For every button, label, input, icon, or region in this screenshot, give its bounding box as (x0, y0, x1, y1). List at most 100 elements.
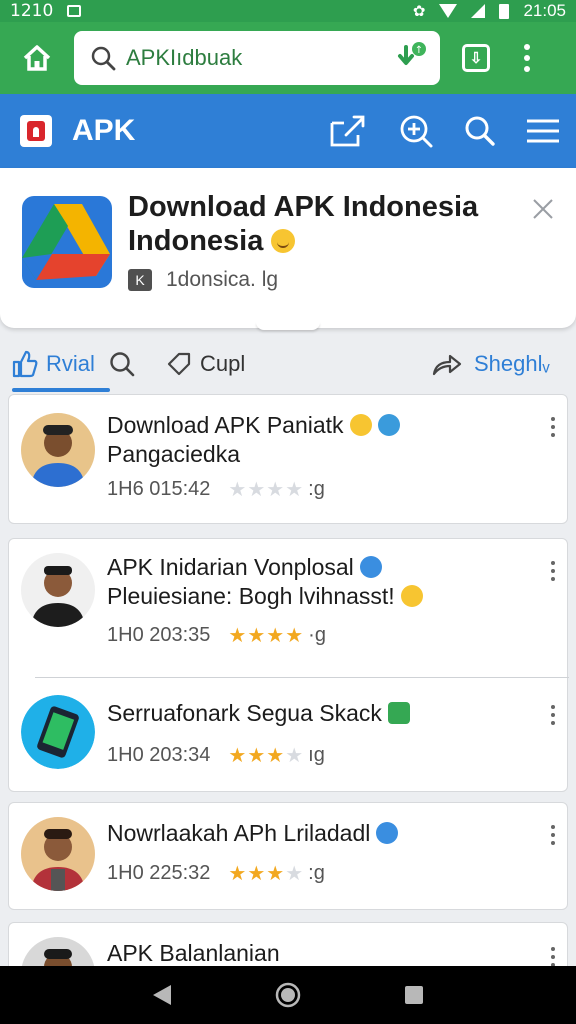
post-title[interactable]: Serruafonark Segua Skack (107, 699, 527, 728)
banner-meta: K 1donsica. lg (128, 268, 278, 292)
smile-emoji-icon (271, 229, 296, 253)
more-options-button[interactable] (551, 561, 555, 581)
post-title[interactable]: APK Inidarian Vonplosal Pleuiesiane: Bog… (107, 553, 527, 611)
post-title-line1: Download APK Paniatk (107, 412, 344, 438)
tab-cupl-label: Cupl (200, 351, 246, 376)
battery-icon (499, 3, 510, 19)
promo-banner[interactable]: Download APK Indonesia Indonesia K 1dons… (0, 168, 576, 328)
app-title: APK (72, 114, 136, 147)
post-title-line1: Nowrlaakah APh Lriladadl (107, 820, 371, 846)
forward-icon (432, 354, 462, 376)
feed-card[interactable]: Nowrlaakah APh Lriladadl 1H0 225:32 ★ ★ ★ ★… (8, 802, 568, 910)
browser-toolbar: APKIıdbuak ↑ ⇩ (0, 22, 576, 94)
browser-menu-button[interactable] (524, 44, 530, 72)
more-options-button[interactable] (551, 825, 555, 845)
tab-switcher-button[interactable]: ⇩ (462, 44, 490, 72)
avatar (21, 817, 95, 891)
tab-rvial-label: Rvial (46, 351, 95, 376)
banner-title-line2: Indonesia (128, 224, 508, 258)
rating-stars: ★ ★ ★ ★ (228, 745, 305, 767)
hamburger-menu-icon[interactable] (526, 117, 560, 145)
post-title[interactable]: Nowrlaakah APh Lriladadl (107, 819, 527, 848)
status-clock-left: 1210 (10, 1, 54, 21)
divider (35, 677, 569, 678)
url-text: APKIıdbuak (126, 45, 243, 70)
avatar (21, 553, 95, 627)
tag-icon (167, 352, 191, 376)
more-options-button[interactable] (551, 705, 555, 725)
zoom-in-icon[interactable] (398, 113, 434, 149)
post-title[interactable]: APK Balanlanian (107, 939, 527, 968)
feed-card[interactable]: Download APK Paniatk Pangaciedka 1H6 015… (8, 394, 568, 524)
post-time: 1H0 225:32 (107, 862, 211, 884)
tab-search[interactable] (108, 338, 136, 390)
more-options-button[interactable] (551, 947, 555, 967)
address-bar[interactable]: APKIıdbuak ↑ (74, 31, 440, 85)
banner-title-line2-text: Indonesia (128, 225, 264, 257)
rating-stars: ★ ★ ★ ★ (228, 625, 305, 647)
signal-icon (471, 4, 486, 18)
status-clock: 21:05 (523, 1, 566, 20)
verified-shield-icon (376, 822, 399, 844)
tab-row: Rvial Cupl Sheghlᵥ (0, 338, 576, 390)
notification-icon (67, 5, 82, 17)
smile-emoji-icon (400, 585, 423, 607)
apk-logo-icon (20, 115, 52, 147)
post-suffix: :g (308, 862, 325, 884)
post-time: 1H6 015:42 (107, 478, 211, 500)
thumbs-up-icon (12, 350, 38, 378)
wifi-icon (439, 4, 458, 18)
drive-logo-icon (22, 196, 112, 288)
tab-share-label: Sheghlᵥ (474, 351, 550, 376)
more-options-button[interactable] (551, 417, 555, 437)
rating-stars: ★ ★ ★ ★ (228, 863, 305, 885)
status-bar: 1210 ✿ 21:05 (0, 0, 576, 22)
tab-count-icon: ⇩ (469, 50, 483, 67)
tab-share[interactable]: Sheghlᵥ (432, 338, 550, 390)
share-icon[interactable] (328, 113, 368, 149)
app-header: APK (0, 94, 576, 168)
verified-shield-icon (377, 414, 400, 436)
post-meta: 1H0 203:35 ★ ★ ★ ★ ·g (107, 623, 326, 648)
tab-cupl[interactable]: Cupl (166, 338, 245, 390)
banner-title-line1: Download APK Indonesia (128, 191, 479, 223)
home-nav-icon[interactable] (275, 982, 301, 1008)
recents-icon[interactable] (403, 984, 425, 1006)
post-title-line1: Serruafonark Segua Skack (107, 700, 382, 726)
tab-rvial[interactable]: Rvial (12, 338, 110, 390)
banner-title: Download APK Indonesia Indonesia (128, 190, 508, 258)
rating-stars: ★ ★ ★ ★ (228, 479, 305, 501)
smile-emoji-icon (349, 414, 372, 436)
megaphone-icon: K (128, 269, 152, 291)
feed-card[interactable]: APK Inidarian Vonplosal Pleuiesiane: Bog… (8, 538, 569, 792)
close-button[interactable] (532, 198, 554, 225)
post-suffix: ·g (308, 624, 326, 646)
home-icon (23, 45, 51, 71)
svg-text:↑: ↑ (415, 45, 423, 56)
back-icon[interactable] (151, 983, 173, 1007)
post-meta: 1H6 015:42 ★ ★ ★ ★ :g (107, 477, 325, 502)
alarm-icon: ✿ (412, 3, 426, 20)
post-title-line1: APK Inidarian Vonplosal (107, 554, 354, 580)
post-time: 1H0 203:35 (107, 624, 211, 646)
search-icon[interactable] (464, 115, 496, 147)
post-suffix: :g (308, 478, 325, 500)
post-meta: 1H0 225:32 ★ ★ ★ ★ :g (107, 861, 325, 886)
post-meta: 1H0 203:34 ★ ★ ★ ★ ıg (107, 743, 325, 768)
home-button[interactable] (0, 22, 74, 94)
banner-drag-handle[interactable] (256, 322, 320, 330)
app-thumbnail (21, 695, 95, 769)
download-icon (387, 702, 410, 724)
post-suffix: ıg (308, 744, 325, 766)
download-icon[interactable]: ↑ (394, 41, 428, 75)
avatar (21, 413, 95, 487)
post-title[interactable]: Download APK Paniatk Pangaciedka (107, 411, 527, 469)
active-tab-indicator (12, 388, 110, 392)
post-title-line2: Pleuiesiane: Bogh lvihnasst! (107, 583, 395, 609)
download-badge-icon (359, 556, 382, 578)
close-icon (533, 199, 553, 219)
search-icon (110, 352, 135, 377)
banner-meta-text: 1donsica. lg (166, 268, 279, 291)
system-nav-bar (0, 966, 576, 1024)
search-icon (91, 46, 116, 71)
